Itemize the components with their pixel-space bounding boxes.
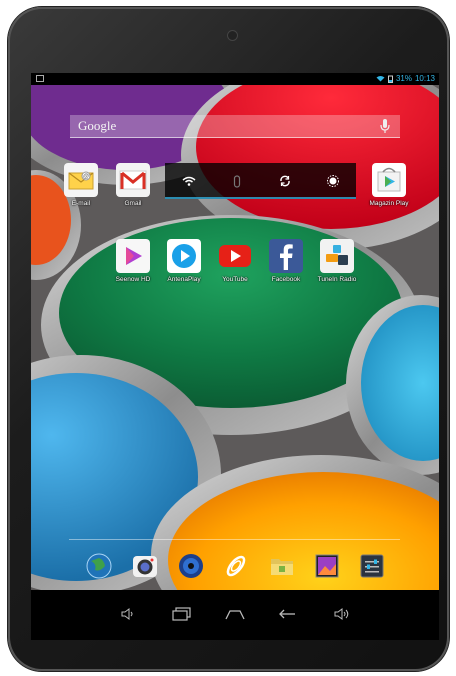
dock-browser[interactable] <box>84 551 114 581</box>
app-gmail[interactable]: Gmail <box>105 163 161 207</box>
dock-settings[interactable] <box>357 551 387 581</box>
home-screen: 31% 10:13 Google @ E-mail Gmail Magazin … <box>31 73 439 640</box>
brightness-icon <box>326 175 339 187</box>
sync-icon <box>279 175 290 187</box>
dock-music[interactable] <box>176 551 206 581</box>
app-label: AntenaPlay <box>167 276 201 283</box>
app-label: Magazin Play <box>369 200 409 207</box>
front-camera <box>228 31 237 40</box>
wifi-icon <box>182 176 195 186</box>
brightness-toggle[interactable] <box>309 163 356 199</box>
browser-icon <box>86 553 112 579</box>
play-store-icon <box>372 163 406 197</box>
app-label: YouTube <box>222 276 248 283</box>
app-antenaplay[interactable]: AntenaPlay <box>156 239 212 283</box>
app-facebook[interactable]: Facebook <box>258 239 314 283</box>
mic-icon[interactable] <box>378 118 392 134</box>
power-control-widget <box>165 163 356 199</box>
dock-launcher[interactable] <box>221 551 251 581</box>
app-label: Facebook <box>271 276 301 283</box>
home-button[interactable] <box>224 605 246 623</box>
clock: 10:13 <box>414 74 435 83</box>
app-label: E-mail <box>71 200 91 207</box>
google-search-bar[interactable]: Google <box>70 115 400 138</box>
dock-file-manager[interactable] <box>267 551 297 581</box>
camera-icon <box>133 556 157 577</box>
recent-apps-icon <box>172 607 191 621</box>
app-email[interactable]: @ E-mail <box>53 163 109 207</box>
settings-icon <box>360 554 384 578</box>
wifi-toggle[interactable] <box>165 163 212 199</box>
home-icon <box>225 610 245 620</box>
dock-divider <box>69 539 400 540</box>
youtube-icon <box>218 239 252 273</box>
facebook-icon <box>269 239 303 273</box>
screenshot-notification-icon <box>36 75 44 82</box>
gmail-icon <box>116 163 150 197</box>
status-bar: 31% 10:13 <box>31 73 439 85</box>
volume-up-button[interactable] <box>331 605 353 623</box>
back-button[interactable] <box>277 605 299 623</box>
bluetooth-icon <box>233 174 240 188</box>
volume-down-icon <box>121 608 133 620</box>
launcher-icon <box>226 555 246 577</box>
battery-percent: 31% <box>395 74 412 83</box>
app-label: Seenow HD <box>115 276 151 283</box>
antenaplay-icon <box>167 239 201 273</box>
file-manager-icon <box>271 559 293 575</box>
volume-down-button[interactable] <box>117 605 139 623</box>
volume-up-icon <box>334 608 349 620</box>
wallpaper <box>31 85 439 590</box>
recent-apps-button[interactable] <box>171 605 193 623</box>
bluetooth-toggle[interactable] <box>213 163 260 199</box>
svg-text:@: @ <box>83 174 89 180</box>
dock-camera[interactable] <box>130 551 160 581</box>
email-icon: @ <box>64 163 98 197</box>
app-youtube[interactable]: YouTube <box>207 239 263 283</box>
app-magazin-play[interactable]: Magazin Play <box>361 163 417 207</box>
wifi-status-icon <box>376 76 385 82</box>
widget-accent-bar <box>165 197 356 199</box>
music-icon <box>179 554 203 578</box>
app-seenow-hd[interactable]: Seenow HD <box>105 239 161 283</box>
gallery-icon <box>315 554 339 578</box>
search-label: Google <box>78 118 117 133</box>
back-icon <box>279 609 295 619</box>
sync-toggle[interactable] <box>261 163 308 199</box>
navigation-bar <box>31 590 439 640</box>
tunein-icon <box>320 239 354 273</box>
dock-gallery[interactable] <box>312 551 342 581</box>
app-tunein-radio[interactable]: TuneIn Radio <box>309 239 365 283</box>
seenow-icon <box>116 239 150 273</box>
battery-icon <box>387 75 393 83</box>
app-label: TuneIn Radio <box>317 276 357 283</box>
app-label: Gmail <box>124 200 142 207</box>
